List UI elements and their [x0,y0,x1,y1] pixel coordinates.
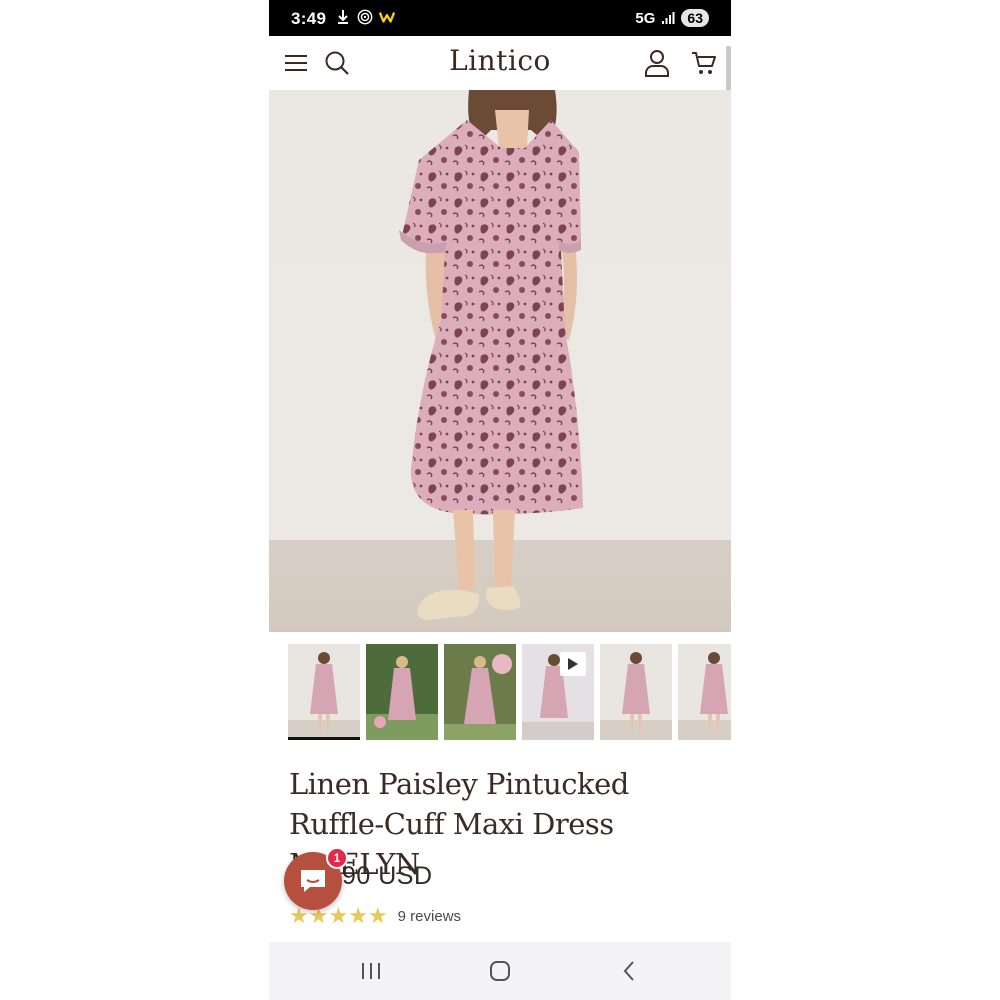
thumbnail-1[interactable] [288,644,360,740]
thumbnail-image [444,644,516,740]
status-right: 5G 63 [635,9,709,27]
recent-apps-icon [362,963,380,979]
thumbnail-image [678,652,731,740]
thumbnail-3[interactable] [444,644,516,740]
star-icon: ★ [328,903,349,928]
network-label: 5G [635,9,656,27]
status-time: 3:49 [291,9,327,28]
thumbnail-strip [288,644,731,740]
status-bar: 3:49 5G 63 [269,0,731,36]
signal-icon [662,12,675,24]
home-button[interactable] [483,956,517,986]
chat-notification-badge: 1 [326,847,348,869]
product-main-image[interactable] [269,90,731,632]
play-icon [568,658,578,670]
star-icon: ★ [348,903,368,928]
reviews-count[interactable]: 9 reviews [398,908,461,925]
thumbnail-image [366,644,438,740]
site-header: Lintico [269,36,731,91]
recent-apps-button[interactable] [354,956,388,986]
thumbnail-5[interactable] [600,644,672,740]
account-button[interactable] [642,48,672,78]
product-price: 90 USD [342,862,433,890]
w-app-icon [379,12,395,23]
play-button[interactable] [560,652,586,676]
back-icon [623,961,634,981]
phone-screen: 3:49 5G 63 Lintico Linen Paisley Pintuck… [269,0,731,1000]
system-nav-bar [269,942,731,1000]
cart-icon [692,52,716,74]
back-button[interactable] [612,956,646,986]
chat-icon [301,870,325,892]
model-photo [399,90,583,620]
thumbnail-2[interactable] [366,644,438,740]
download-icon [338,10,348,24]
account-icon [645,50,669,77]
status-notification-icons [335,8,395,26]
thumbnail-image [288,652,360,740]
thumbnail-4-video[interactable] [522,644,594,740]
battery-indicator: 63 [681,9,709,27]
vpn-icon [357,9,373,25]
thumbnail-image [600,652,672,740]
thumbnail-6[interactable] [678,644,731,740]
cart-button[interactable] [689,48,719,78]
home-icon [490,961,510,981]
star-icon: ★ [367,903,388,928]
